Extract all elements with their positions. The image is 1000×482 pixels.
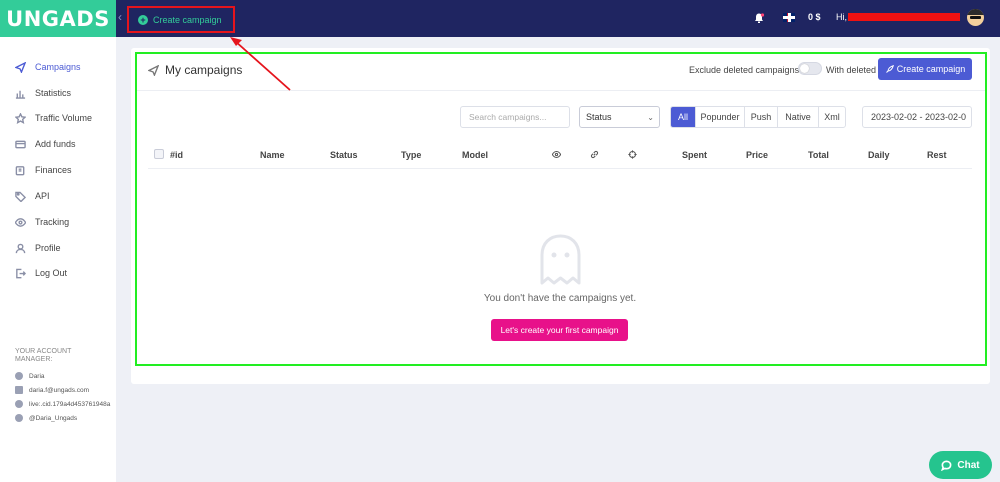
column-price[interactable]: Price bbox=[746, 150, 768, 160]
sidebar-item-label: Campaigns bbox=[35, 62, 81, 72]
ghost-icon bbox=[540, 234, 581, 285]
column-rest[interactable]: Rest bbox=[927, 150, 947, 160]
manager-skype[interactable]: live:.cid.179a4d453761948a bbox=[15, 400, 110, 408]
sidebar-item-campaigns[interactable]: Campaigns bbox=[0, 56, 116, 78]
column-spent[interactable]: Spent bbox=[682, 150, 707, 160]
language-flag-icon[interactable] bbox=[783, 13, 795, 22]
sidebar-item-profile[interactable]: Profile bbox=[0, 237, 116, 259]
with-deleted-label: With deleted bbox=[826, 65, 877, 75]
manager-telegram[interactable]: @Daria_Ungads bbox=[15, 414, 77, 422]
sidebar-item-label: Finances bbox=[35, 165, 72, 175]
filter-xml[interactable]: Xml bbox=[818, 107, 845, 127]
column-id[interactable]: #id bbox=[170, 150, 183, 160]
filter-all[interactable]: All bbox=[671, 107, 695, 127]
greeting: Hi, bbox=[836, 12, 847, 22]
filter-push[interactable]: Push bbox=[744, 107, 777, 127]
avatar[interactable] bbox=[967, 9, 984, 26]
column-type[interactable]: Type bbox=[401, 150, 421, 160]
filter-popunder[interactable]: Popunder bbox=[695, 107, 744, 127]
sidebar-item-logout[interactable]: Log Out bbox=[0, 262, 116, 284]
star-icon bbox=[15, 112, 26, 124]
logout-icon bbox=[16, 268, 26, 278]
rocket-icon bbox=[885, 64, 894, 73]
balance[interactable]: 0 $ bbox=[808, 12, 821, 22]
sidebar-item-tracking[interactable]: Tracking bbox=[0, 211, 116, 233]
annotation-arrow bbox=[230, 37, 291, 91]
eye-icon bbox=[15, 217, 26, 227]
empty-state-text: You don't have the campaigns yet. bbox=[483, 293, 637, 304]
username-redacted[interactable] bbox=[848, 13, 960, 21]
tag-icon bbox=[15, 191, 26, 202]
plus-circle-icon: + bbox=[138, 14, 148, 25]
user-icon bbox=[15, 243, 26, 253]
bar-chart-icon bbox=[15, 90, 26, 99]
sidebar-item-add-funds[interactable]: Add funds bbox=[0, 133, 116, 155]
filter-native[interactable]: Native bbox=[777, 107, 818, 127]
with-deleted-toggle[interactable] bbox=[798, 62, 822, 75]
sidebar-item-label: Statistics bbox=[35, 88, 72, 98]
create-campaign-top-button[interactable]: + Create campaign bbox=[127, 6, 235, 33]
exclude-deleted-label: Exclude deleted campaigns bbox=[689, 65, 800, 75]
sidebar-item-finances[interactable]: Finances bbox=[0, 159, 116, 181]
status-select[interactable]: Status ⌄ bbox=[579, 106, 660, 128]
mail-icon bbox=[15, 386, 23, 394]
create-campaign-top-label: Create campaign bbox=[153, 14, 222, 25]
type-filter: All Popunder Push Native Xml bbox=[670, 106, 846, 128]
chat-bubble-icon bbox=[941, 460, 952, 471]
link-icon[interactable] bbox=[590, 150, 599, 159]
manager-email[interactable]: daria.f@ungads.com bbox=[15, 386, 89, 394]
send-icon bbox=[15, 61, 26, 73]
bell-icon[interactable] bbox=[753, 12, 765, 24]
sidebar: Campaigns Statistics Traffic Volume Add … bbox=[0, 37, 116, 482]
sidebar-item-statistics[interactable]: Statistics bbox=[0, 82, 116, 104]
sidebar-item-label: Tracking bbox=[35, 217, 70, 227]
column-model[interactable]: Model bbox=[462, 150, 488, 160]
crosshair-icon[interactable] bbox=[628, 150, 637, 159]
telegram-icon bbox=[15, 414, 23, 422]
date-range-picker[interactable]: 2023-02-02 - 2023-02-0 bbox=[862, 106, 972, 128]
manager-name: Daria bbox=[15, 372, 45, 380]
sidebar-item-label: API bbox=[35, 191, 50, 201]
search-input[interactable] bbox=[460, 106, 570, 128]
sidebar-item-traffic-volume[interactable]: Traffic Volume bbox=[0, 107, 116, 129]
chat-button[interactable]: Chat bbox=[929, 451, 992, 479]
user-icon bbox=[15, 372, 23, 380]
sidebar-item-label: Traffic Volume bbox=[35, 113, 93, 123]
collapse-sidebar-icon[interactable]: ‹ bbox=[118, 10, 122, 24]
column-total[interactable]: Total bbox=[808, 150, 829, 160]
table-header-divider bbox=[148, 168, 972, 169]
chevron-down-icon: ⌄ bbox=[647, 113, 654, 122]
credit-card-icon bbox=[15, 140, 26, 148]
skype-icon bbox=[15, 400, 23, 408]
select-all-checkbox[interactable] bbox=[154, 149, 164, 159]
sidebar-item-label: Log Out bbox=[35, 268, 68, 278]
eye-icon[interactable] bbox=[552, 150, 561, 159]
wallet-icon bbox=[15, 165, 25, 175]
send-icon bbox=[148, 64, 159, 76]
create-campaign-button[interactable]: Create campaign bbox=[878, 58, 972, 80]
sidebar-item-label: Add funds bbox=[35, 139, 76, 149]
logo[interactable]: UNGADS bbox=[0, 0, 116, 37]
column-name[interactable]: Name bbox=[260, 150, 285, 160]
sidebar-item-label: Profile bbox=[35, 243, 61, 253]
account-manager-title: YOUR ACCOUNT MANAGER: bbox=[15, 348, 72, 363]
sidebar-item-api[interactable]: API bbox=[0, 185, 116, 207]
create-first-campaign-button[interactable]: Let's create your first campaign bbox=[491, 319, 628, 341]
column-daily[interactable]: Daily bbox=[868, 150, 890, 160]
column-status[interactable]: Status bbox=[330, 150, 358, 160]
